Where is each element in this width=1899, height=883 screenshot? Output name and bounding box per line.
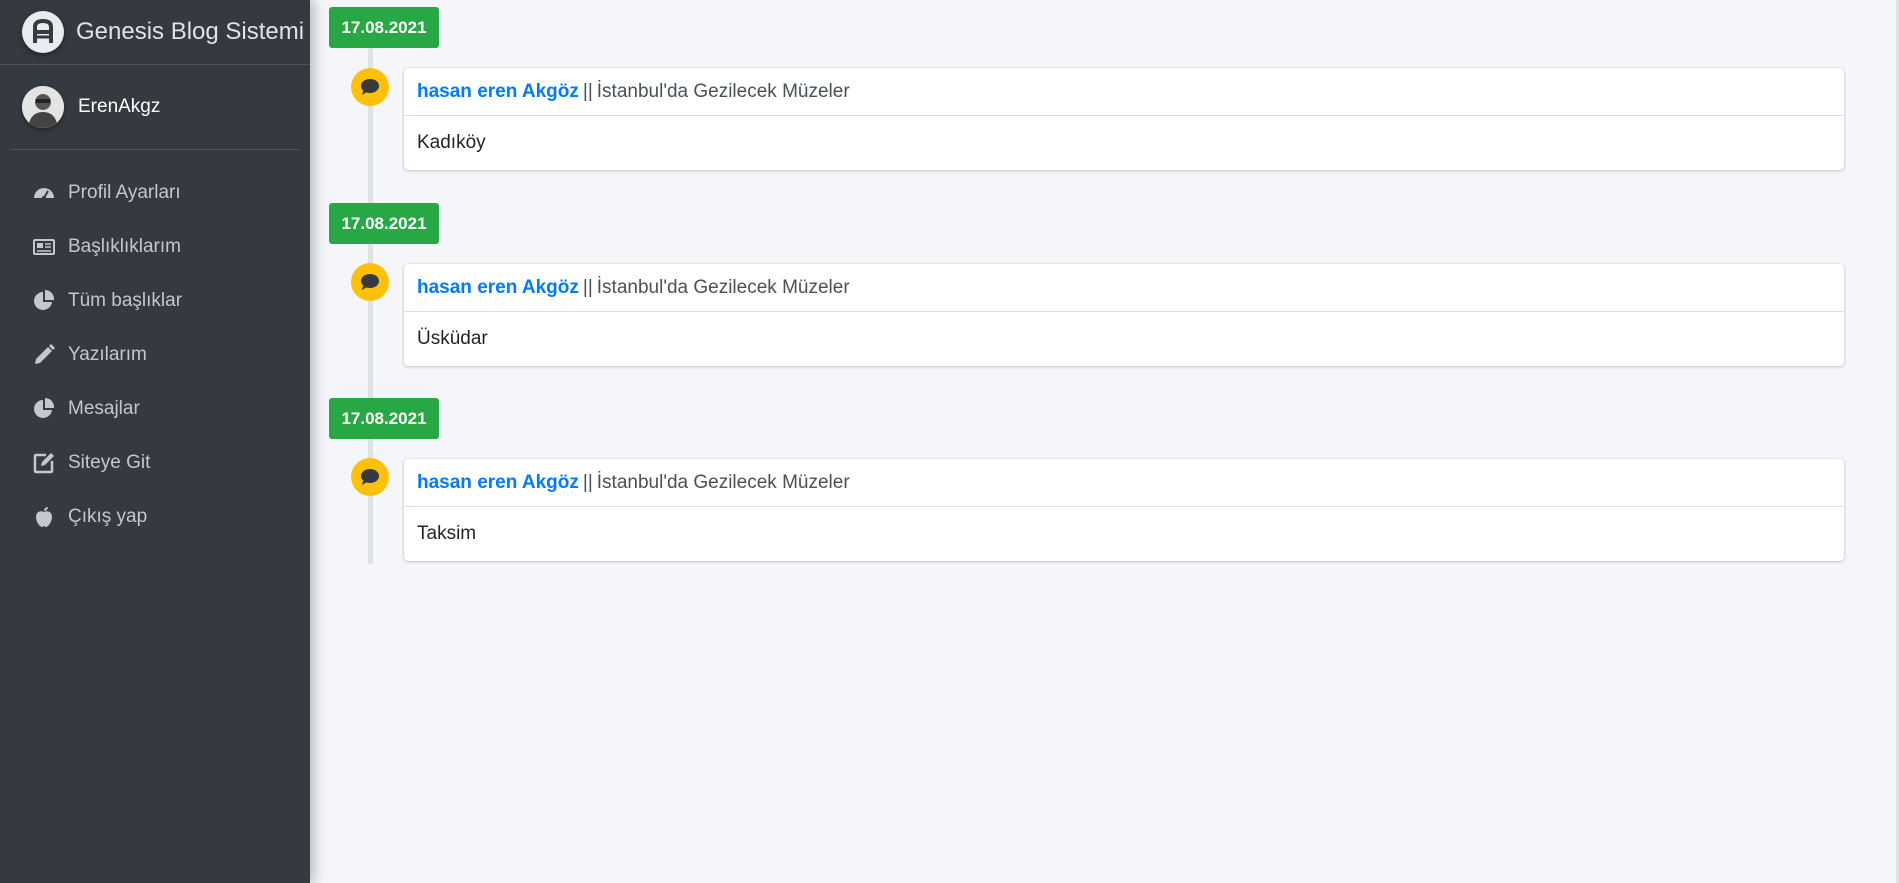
timeline-item-header: hasan eren Akgöz || İstanbul'da Gezilece… [404, 68, 1844, 116]
brand-title: Genesis Blog Sistemi [76, 18, 305, 45]
sidebar-item-label: Tüm başlıklar [68, 290, 183, 311]
author-link[interactable]: hasan eren Akgöz [417, 277, 579, 299]
sidebar-item-mesajlar[interactable]: Mesajlar [0, 382, 310, 436]
sidebar-item-label: Siteye Git [68, 452, 151, 473]
sidebar-item-yazilarim[interactable]: Yazılarım [0, 328, 310, 382]
edit-icon [32, 451, 56, 475]
gauge-icon [32, 181, 56, 205]
apple-icon [32, 505, 56, 529]
timeline-date-label: 17.08.2021 [329, 7, 439, 48]
comment-icon [351, 263, 389, 301]
pie-chart-icon [32, 397, 56, 421]
separator: || [582, 471, 593, 493]
sidebar-item-siteye-git[interactable]: Siteye Git [0, 436, 310, 490]
sidebar-item-basliklarim[interactable]: Başlıklıklarım [0, 220, 310, 274]
timeline-item: hasan eren Akgöz || İstanbul'da Gezilece… [404, 264, 1844, 366]
ar-logo-icon [22, 11, 64, 53]
timeline-item: hasan eren Akgöz || İstanbul'da Gezilece… [404, 459, 1844, 561]
separator: || [582, 276, 593, 298]
timeline-date-label: 17.08.2021 [329, 203, 439, 244]
timeline-item-body: Kadıköy [417, 132, 486, 153]
separator: || [582, 80, 593, 102]
timeline-item-header: hasan eren Akgöz || İstanbul'da Gezilece… [404, 264, 1844, 312]
timeline-item-body: Taksim [417, 523, 477, 544]
pencil-icon [32, 343, 56, 367]
timeline-item: hasan eren Akgöz || İstanbul'da Gezilece… [404, 68, 1844, 170]
sidebar-item-label: Başlıklıklarım [68, 236, 181, 257]
sidebar-item-label: Profil Ayarları [68, 182, 181, 203]
author-link[interactable]: hasan eren Akgöz [417, 472, 579, 494]
timeline-date-label: 17.08.2021 [329, 398, 439, 439]
sidebar: Genesis Blog Sistemi ErenAkgz Profil Aya… [0, 0, 310, 883]
user-name[interactable]: ErenAkgz [78, 96, 160, 118]
comment-icon [351, 458, 389, 496]
timeline-item-header: hasan eren Akgöz || İstanbul'da Gezilece… [404, 459, 1844, 507]
post-title: İstanbul'da Gezilecek Müzeler [596, 471, 850, 493]
author-link[interactable]: hasan eren Akgöz [417, 81, 579, 103]
sidebar-nav: Profil Ayarları Başlıklıklarım Tüm başlı… [0, 166, 310, 544]
sidebar-item-label: Çıkış yap [68, 506, 148, 527]
pie-chart-icon [32, 289, 56, 313]
sidebar-item-tum-basliklar[interactable]: Tüm başlıklar [0, 274, 310, 328]
sidebar-item-cikis-yap[interactable]: Çıkış yap [0, 490, 310, 544]
user-avatar[interactable] [22, 86, 64, 128]
sidebar-item-profil-ayarlari[interactable]: Profil Ayarları [0, 166, 310, 220]
content-area: 17.08.2021 hasan eren Akgöz || İstanbul'… [310, 0, 1899, 883]
comment-icon [351, 68, 389, 106]
sidebar-item-label: Yazılarım [68, 344, 147, 365]
post-title: İstanbul'da Gezilecek Müzeler [596, 276, 850, 298]
user-panel: ErenAkgz [10, 65, 300, 150]
sidebar-item-label: Mesajlar [68, 398, 140, 419]
post-title: İstanbul'da Gezilecek Müzeler [596, 80, 850, 102]
timeline-item-body: Üsküdar [417, 328, 488, 349]
brand-link[interactable]: Genesis Blog Sistemi [0, 0, 310, 65]
newspaper-icon [32, 235, 56, 259]
